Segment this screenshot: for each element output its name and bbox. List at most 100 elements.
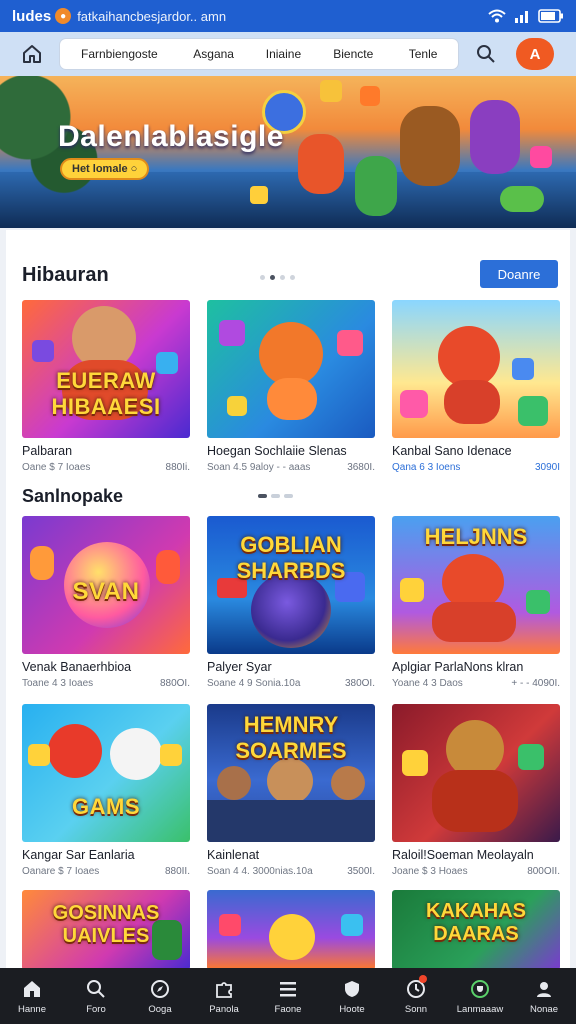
see-all-button[interactable]: Doanre [480, 260, 558, 288]
bottom-nav-label: Nonae [530, 1003, 558, 1015]
hero-character-5 [470, 100, 520, 174]
game-meta: Joane $ 3 Hoaes 800OII. [392, 866, 560, 877]
section-title-1: Hibauran [22, 264, 109, 286]
bottom-nav-list[interactable]: Faone [256, 968, 320, 1024]
game-meta: Soan 4.5 9aloy - - aaas 3680I. [207, 462, 375, 473]
game-name: Raloil!Soeman Meolayaln [392, 848, 534, 862]
home-icon [21, 978, 43, 1000]
tab-3[interactable]: Iniaine [249, 47, 319, 61]
game-name: Kangar Sar Eanlaria [22, 848, 135, 862]
game-thumbnail: HELJNNS [392, 516, 560, 654]
game-thumbnail: GAMS [22, 704, 190, 842]
game-meta-right: 880Ii. [165, 462, 190, 473]
game-meta: Soan 4 4. 3000nias.10a 3500I. [207, 866, 375, 877]
carousel-dots-2[interactable] [258, 494, 293, 498]
bottom-nav-history[interactable]: Sonn [384, 968, 448, 1024]
signal-icon [515, 11, 528, 23]
game-meta-right: 800OII. [527, 866, 560, 877]
game-name: Hoegan Sochlaiie Slenas [207, 444, 347, 458]
brand-logo-icon: ● [55, 8, 72, 24]
game-card[interactable] [207, 890, 375, 970]
game-meta-left: Qana 6 3 Ioens [392, 462, 461, 473]
game-thumbnail-text: EUERAW HIBAAESI [51, 368, 161, 419]
game-meta-left: Oanare $ 7 Ioaes [22, 866, 100, 877]
tab-5[interactable]: Tenle [388, 47, 458, 61]
bottom-nav-shield[interactable]: Hoote [320, 968, 384, 1024]
tab-1[interactable]: Farnbiengoste [60, 47, 179, 61]
hero-character-3 [355, 156, 397, 216]
game-card[interactable]: Raloil!Soeman Meolayaln Joane $ 3 Hoaes 8… [392, 704, 560, 877]
game-card[interactable]: SVAN Venak Banaerhbioa Toane 4 3 Ioaes 88… [22, 516, 190, 689]
game-meta-right: 380OI. [344, 678, 375, 689]
game-thumbnail: EUERAW HIBAAESI [22, 300, 190, 438]
bottom-nav-label: Faone [274, 1003, 302, 1015]
game-thumbnail: GOSINNAS UAIVLES [22, 890, 190, 970]
game-meta-right: 3680I. [347, 462, 375, 473]
game-meta: Soane 4 9 Sonia.10a 380OI. [207, 678, 375, 689]
game-card[interactable]: Kanbal Sano Idenace Qana 6 3 Ioens 3090I [392, 300, 560, 473]
hero-gem-2 [360, 86, 380, 106]
game-card[interactable]: EUERAW HIBAAESI Palbaran Oane $ 7 Ioaes 8… [22, 300, 190, 473]
game-name: Kainlenat [207, 848, 260, 862]
hero-character-4 [400, 106, 460, 186]
game-thumbnail-text: HEMNRY SOARMES [235, 712, 347, 763]
tab-2[interactable]: Asgana [179, 47, 249, 61]
bottom-nav-label: Foro [86, 1003, 106, 1015]
bottom-nav-search[interactable]: Foro [64, 968, 128, 1024]
home-icon [23, 45, 41, 63]
game-name: Aplgiar ParlaNons klran [392, 660, 524, 674]
game-card[interactable]: Hoegan Sochlaiie Slenas Soan 4.5 9aloy -… [207, 300, 375, 473]
carousel-dots-1[interactable] [260, 275, 295, 280]
hero-cta-button[interactable]: Het lomale ○ [60, 158, 150, 180]
game-card[interactable]: GOSINNAS UAIVLES [22, 890, 190, 970]
hero-banner[interactable]: Dalenlablasigle Het lomale ○ [0, 76, 576, 228]
game-thumbnail-text: GOSINNAS UAIVLES [52, 902, 160, 947]
game-meta-right: 880OI. [159, 678, 190, 689]
game-meta-left: Joane $ 3 Hoaes [392, 866, 468, 877]
game-thumbnail-text: KAKAHAS DAARAS [426, 900, 526, 945]
bottom-nav-label: Lanmaaaw [456, 1003, 504, 1015]
puzzle-icon [213, 978, 235, 1000]
game-thumbnail: GOBLIAN SHARBDS [207, 516, 375, 654]
game-card[interactable]: HEMNRY SOARMES Kainlenat Soan 4 4. 3000n… [207, 704, 375, 877]
game-thumbnail [207, 890, 375, 970]
bottom-nav-explore[interactable]: Ooga [128, 968, 192, 1024]
bottom-nav-profile[interactable]: Nonae [512, 968, 576, 1024]
bottom-nav-leaderboard[interactable]: Lanmaaaw [448, 968, 512, 1024]
game-meta-left: Yoane 4 3 Daos [392, 678, 463, 689]
hero-gem-4 [530, 146, 552, 168]
game-name: Kanbal Sano Idenace [392, 444, 512, 458]
hero-title: Dalenlablasigle [58, 120, 284, 153]
game-thumbnail: SVAN [22, 516, 190, 654]
bottom-nav-home[interactable]: Hanne [0, 968, 64, 1024]
game-thumbnail: KAKAHAS DAARAS [392, 890, 560, 970]
section-title-2: Sanlnopake [22, 486, 124, 506]
search-button[interactable] [468, 38, 504, 70]
game-meta: Yoane 4 3 Daos + - - 4090I. [392, 678, 560, 689]
bottom-nav-games[interactable]: Panola [192, 968, 256, 1024]
tab-4[interactable]: Biencte [318, 47, 388, 61]
game-meta-right: 3500I. [347, 866, 375, 877]
category-tabs: Farnbiengoste Asgana Iniaine Biencte Ten… [60, 39, 458, 69]
wifi-icon [488, 9, 506, 23]
bottom-nav-label: Panola [209, 1003, 239, 1015]
notification-dot [419, 975, 427, 983]
game-name: Venak Banaerhbioa [22, 660, 132, 674]
game-thumbnail-text: HELJNNS [424, 524, 528, 549]
home-button[interactable] [12, 36, 52, 72]
game-meta: Oanare $ 7 Ioaes 880II. [22, 866, 190, 877]
battery-icon [538, 9, 563, 23]
game-card[interactable]: GAMS Kangar Sar Eanlaria Oanare $ 7 Ioae… [22, 704, 190, 877]
main-content: Hibauran Doanre EUERAW HIBAAESI Palbaran… [6, 230, 570, 970]
game-card[interactable]: GOBLIAN SHARBDS Palyer Syar Soane 4 9 So… [207, 516, 375, 689]
game-thumbnail-text: SVAN [72, 578, 140, 605]
game-card[interactable]: HELJNNS Aplgiar ParlaNons klran Yoane 4 … [392, 516, 560, 689]
bottom-nav-label: Ooga [148, 1003, 172, 1015]
hero-character-6 [500, 186, 544, 212]
list-icon [277, 978, 299, 1000]
menu-button[interactable]: A [516, 38, 554, 70]
search-icon [477, 45, 495, 63]
game-card[interactable]: KAKAHAS DAARAS [392, 890, 560, 970]
game-meta-left: Soan 4.5 9aloy - - aaas [207, 462, 311, 473]
system-icons [488, 9, 564, 23]
